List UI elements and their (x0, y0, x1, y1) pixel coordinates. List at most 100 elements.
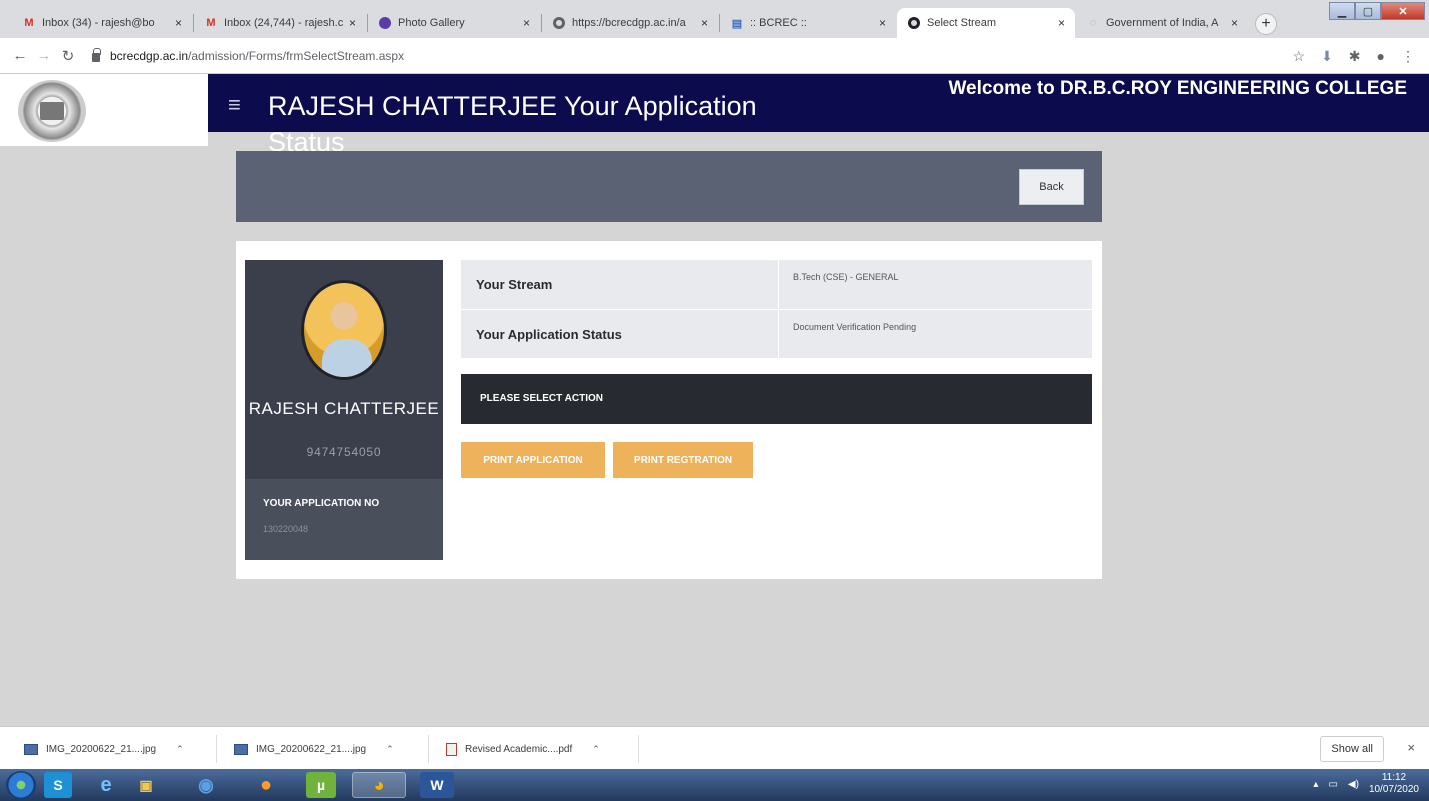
firefox-icon[interactable]: ● (246, 772, 286, 798)
browser-toolbar: ← → ↻ bcrecdgp.ac.in/admission/Forms/frm… (0, 38, 1429, 74)
print-application-button[interactable]: PRINT APPLICATION (461, 442, 605, 478)
close-icon[interactable]: × (879, 16, 886, 30)
clock-time: 11:12 (1381, 772, 1407, 783)
url-path: /admission/Forms/frmSelectStream.aspx (188, 48, 405, 63)
menu-kebab-icon[interactable]: ⋮ (1401, 48, 1415, 65)
college-logo-box (0, 74, 208, 146)
minimize-icon[interactable]: ▁ (1329, 2, 1355, 20)
tab-title: :: BCREC :: (750, 17, 807, 29)
reload-icon[interactable]: ↻ (56, 47, 80, 65)
new-tab-button[interactable]: + (1255, 13, 1277, 35)
college-logo[interactable] (18, 80, 86, 142)
taskbar: S e ▣ ◉ ● µ ◕ W ▴ ▭ ◀) 11:12 10/07/2020 (0, 769, 1429, 801)
gmail-icon: M (206, 17, 216, 29)
application-status-label: Your Application Status (476, 327, 622, 342)
start-button[interactable] (6, 771, 36, 799)
browser-tab-gmail-inbox-2[interactable]: M Inbox (24,744) - rajesh.c × (194, 8, 366, 38)
close-icon[interactable]: × (175, 16, 182, 30)
window-controls: ▁ ▢ ✕ (1329, 2, 1425, 20)
browser-tab-select-stream[interactable]: Select Stream × (897, 8, 1075, 38)
profile-avatar-icon[interactable]: ● (1377, 48, 1385, 65)
header-bar: ≡ RAJESH CHATTERJEE Your Application Sta… (208, 74, 1429, 157)
download-item[interactable]: IMG_20200622_21....jpg ⌃ (234, 739, 394, 759)
info-table: Your Stream B.Tech (CSE) - GENERAL Your … (461, 260, 1092, 358)
tab-title: Photo Gallery (398, 17, 465, 29)
media-player-icon[interactable]: ◉ (186, 772, 226, 798)
network-icon[interactable]: ▭ (1328, 779, 1337, 790)
site-header: ≡ RAJESH CHATTERJEE Your Application Sta… (0, 74, 1429, 157)
top-panel: Back (236, 151, 1102, 222)
chevron-up-icon[interactable]: ⌃ (386, 744, 394, 755)
tab-title: Select Stream (927, 17, 997, 29)
show-all-button[interactable]: Show all (1320, 736, 1384, 762)
volume-icon[interactable]: ◀) (1348, 779, 1359, 790)
browser-tab-bcrec[interactable]: ▤ :: BCREC :: × (720, 8, 896, 38)
page-title: RAJESH CHATTERJEE Your Application Statu… (268, 91, 757, 157)
maximize-icon[interactable]: ▢ (1355, 2, 1381, 20)
globe-icon (907, 16, 921, 30)
application-card: RAJESH CHATTERJEE 9474754050 YOUR APPLIC… (236, 241, 1102, 579)
close-window-icon[interactable]: ✕ (1381, 2, 1425, 20)
internet-explorer-icon[interactable]: e (86, 772, 126, 798)
profile-sidebar: RAJESH CHATTERJEE 9474754050 YOUR APPLIC… (245, 260, 443, 560)
bookmark-star-icon[interactable]: ☆ (1293, 48, 1306, 65)
skype-icon[interactable]: S (44, 772, 72, 798)
close-icon[interactable]: × (349, 16, 356, 30)
clock-date: 10/07/2020 (1368, 784, 1419, 795)
chevron-up-icon[interactable]: ⌃ (176, 744, 184, 755)
applicant-phone: 9474754050 (306, 445, 382, 459)
application-number-label: YOUR APPLICATION NO (263, 498, 380, 509)
address-bar[interactable]: bcrecdgp.ac.in/admission/Forms/frmSelect… (110, 49, 404, 63)
forward-arrow-icon[interactable]: → (32, 47, 56, 64)
close-icon[interactable]: × (701, 16, 708, 30)
divider (428, 735, 429, 763)
tab-title: Inbox (34) - rajesh@bo (42, 17, 155, 29)
hamburger-menu-icon[interactable]: ≡ (228, 92, 241, 118)
chevron-up-icon[interactable]: ⌃ (592, 744, 600, 755)
close-icon[interactable]: × (1407, 740, 1415, 755)
action-heading: PLEASE SELECT ACTION (480, 393, 603, 404)
close-icon[interactable]: × (1231, 16, 1238, 30)
download-filename: Revised Academic....pdf (465, 743, 573, 755)
globe-icon (552, 16, 566, 30)
tray-expand-icon[interactable]: ▴ (1313, 779, 1318, 790)
browser-tab-bcrecdgp[interactable]: https://bcrecdgp.ac.in/a × (542, 8, 718, 38)
stream-value: B.Tech (CSE) - GENERAL (793, 272, 899, 282)
loading-icon: ◌ (1089, 17, 1097, 29)
browser-tab-gmail-inbox-1[interactable]: M Inbox (34) - rajesh@bo × (12, 8, 192, 38)
avatar (301, 280, 387, 380)
download-filename: IMG_20200622_21....jpg (256, 743, 367, 755)
tab-title: Inbox (24,744) - rajesh.c (224, 17, 343, 29)
back-arrow-icon[interactable]: ← (8, 47, 32, 64)
close-icon[interactable]: × (523, 16, 530, 30)
browser-tab-strip: M Inbox (34) - rajesh@bo × M Inbox (24,7… (0, 0, 1429, 38)
word-icon[interactable]: W (420, 772, 454, 798)
divider (638, 735, 639, 763)
chrome-icon[interactable]: ◕ (352, 772, 406, 798)
system-clock[interactable]: 11:12 10/07/2020 (1369, 772, 1419, 796)
image-file-icon (24, 743, 38, 755)
extensions-puzzle-icon[interactable]: ✱ (1349, 48, 1361, 65)
back-button[interactable]: Back (1019, 169, 1084, 205)
browser-tab-photo-gallery[interactable]: Photo Gallery × (368, 8, 540, 38)
file-explorer-icon[interactable]: ▣ (126, 772, 166, 798)
action-heading-bar: PLEASE SELECT ACTION (461, 374, 1092, 424)
print-registration-button[interactable]: PRINT REGTRATION (613, 442, 753, 478)
download-item[interactable]: Revised Academic....pdf ⌃ (446, 739, 600, 759)
url-host: bcrecdgp.ac.in (110, 48, 189, 63)
download-item[interactable]: IMG_20200622_21....jpg ⌃ (24, 739, 184, 759)
stream-label: Your Stream (476, 277, 553, 292)
tab-title: Government of India, A (1106, 17, 1219, 29)
browser-tab-government-of-india[interactable]: ◌ Government of India, A × (1076, 8, 1248, 38)
application-status-value: Document Verification Pending (793, 322, 917, 332)
download-shelf: IMG_20200622_21....jpg ⌃ IMG_20200622_21… (0, 726, 1429, 769)
tab-title: https://bcrecdgp.ac.in/a (572, 17, 686, 29)
lock-icon[interactable] (92, 48, 101, 62)
download-filename: IMG_20200622_21....jpg (46, 743, 157, 755)
applicant-name: RAJESH CHATTERJEE (248, 399, 440, 418)
application-number-box: YOUR APPLICATION NO 130220048 (245, 479, 443, 560)
page-icon: ▤ (731, 17, 743, 30)
close-icon[interactable]: × (1058, 16, 1065, 30)
utorrent-icon[interactable]: µ (306, 772, 336, 798)
download-extension-icon[interactable]: ⬇ (1321, 48, 1333, 65)
